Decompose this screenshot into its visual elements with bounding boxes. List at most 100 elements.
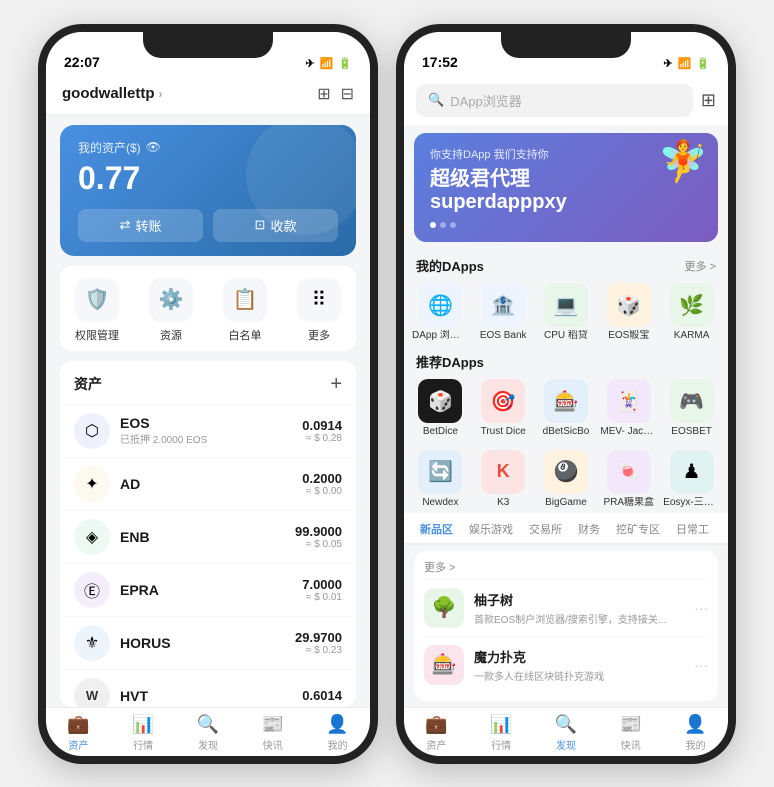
my-dapps-grid: 🌐 DApp 浏览器 🏦 EOS Bank 💻 CPU 稻贷 🎲 EOS骰宝 🌿 xyxy=(404,279,728,346)
asset-row-horus[interactable]: ⚜ HORUS 29.9700 ≈ $ 0.23 xyxy=(60,616,356,669)
new-app-moli[interactable]: 🎰 魔力扑克 一款多人在线区块链扑克游戏 ··· xyxy=(424,636,708,693)
new-apps-more[interactable]: 更多 > xyxy=(424,559,455,575)
nav-market[interactable]: 📊 行情 xyxy=(111,714,176,752)
market-nav-icon-r: 📊 xyxy=(490,714,512,735)
biggame-icon: 🎱 xyxy=(544,450,588,494)
airplane-icon: ✈ xyxy=(305,57,314,70)
assets-nav-icon-r: 💼 xyxy=(425,714,447,735)
k3-icon: K xyxy=(481,450,525,494)
dapp-eosbank[interactable]: 🏦 EOS Bank xyxy=(475,283,532,342)
wallet-header-icons: ⊞ ⊟ xyxy=(317,84,354,104)
hvt-values: 0.6014 xyxy=(302,688,342,703)
nav-profile[interactable]: 👤 我的 xyxy=(305,714,370,752)
time-right: 17:52 xyxy=(422,54,458,70)
dapp-pra[interactable]: 🍬 PRA糖果盒 xyxy=(600,450,657,509)
discover-nav-icon: 🔍 xyxy=(197,714,219,735)
nav-r-news[interactable]: 📰 快讯 xyxy=(598,714,663,752)
notch-right xyxy=(501,32,631,58)
tab-daily[interactable]: 日常工 xyxy=(668,513,717,545)
left-phone: 22:07 ✈ 📶 🔋 goodwallettp › ⊞ ⊟ xyxy=(38,24,378,764)
mev-icon: 🃏 xyxy=(607,379,651,423)
transfer-button[interactable]: ⇄ 转账 xyxy=(78,209,203,242)
epra-icon: Ⓔ xyxy=(74,572,110,608)
eosyx-icon: ♟ xyxy=(670,450,714,494)
dapp-karma[interactable]: 🌿 KARMA xyxy=(663,283,720,342)
karma-icon: 🌿 xyxy=(670,283,714,327)
horus-values: 29.9700 ≈ $ 0.23 xyxy=(295,630,342,656)
wallet-header: goodwallettp › ⊞ ⊟ xyxy=(46,76,370,115)
eos-values: 0.0914 ≈ $ 0.28 xyxy=(302,418,342,444)
ad-icon: ✦ xyxy=(74,466,110,502)
dapp-cpu[interactable]: 💻 CPU 稻贷 xyxy=(538,283,595,342)
eye-icon[interactable]: 👁 xyxy=(146,140,161,154)
nav-r-profile[interactable]: 👤 我的 xyxy=(663,714,728,752)
grid-icon[interactable]: ⊟ xyxy=(341,84,354,104)
quick-action-permissions[interactable]: 🛡️ 权限管理 xyxy=(60,278,134,343)
tab-exchange[interactable]: 交易所 xyxy=(521,513,570,545)
recommended-header: 推荐DApps xyxy=(404,346,728,375)
battery-icon: 🔋 xyxy=(338,57,352,70)
discover-nav-icon-r: 🔍 xyxy=(555,714,577,735)
epra-info: EPRA xyxy=(120,582,292,598)
dapp-mev[interactable]: 🃏 MEV- JacksOr... xyxy=(600,379,657,438)
dapp-eos-dice[interactable]: 🎲 EOS骰宝 xyxy=(600,283,657,342)
eos-icon: ⬡ xyxy=(74,413,110,449)
nav-r-discover[interactable]: 🔍 发现 xyxy=(534,714,599,752)
new-app-yuzishu[interactable]: 🌳 柚子树 首款EOS制户浏览器/搜索引擎，支持接关... ··· xyxy=(424,579,708,636)
asset-row-enb[interactable]: ◈ ENB 99.9000 ≈ $ 0.05 xyxy=(60,510,356,563)
assets-header: 资产 + xyxy=(60,361,356,404)
wallet-name[interactable]: goodwallettp › xyxy=(62,85,163,102)
nav-r-assets[interactable]: 💼 资产 xyxy=(404,714,469,752)
epra-values: 7.0000 ≈ $ 0.01 xyxy=(302,577,342,603)
profile-nav-icon: 👤 xyxy=(326,714,348,735)
enb-info: ENB xyxy=(120,529,285,545)
tab-games[interactable]: 娱乐游戏 xyxy=(461,513,521,545)
airplane-icon-r: ✈ xyxy=(663,57,672,70)
grid-view-icon[interactable]: ⊞ xyxy=(701,90,716,111)
asset-row-epra[interactable]: Ⓔ EPRA 7.0000 ≈ $ 0.01 xyxy=(60,563,356,616)
dapp-biggame[interactable]: 🎱 BigGame xyxy=(538,450,595,509)
assets-nav-icon: 💼 xyxy=(67,714,89,735)
tab-new[interactable]: 新品区 xyxy=(412,513,461,545)
my-dapps-more[interactable]: 更多 > xyxy=(685,258,716,274)
notch xyxy=(143,32,273,58)
nav-news[interactable]: 📰 快讯 xyxy=(240,714,305,752)
dapp-betdice[interactable]: 🎲 BetDice xyxy=(412,379,469,438)
dapp-k3[interactable]: K K3 xyxy=(475,450,532,509)
tab-mining[interactable]: 挖矿专区 xyxy=(608,513,668,545)
quick-action-resources[interactable]: ⚙️ 资源 xyxy=(134,278,208,343)
asset-amount: 0.77 xyxy=(78,160,338,197)
news-nav-icon: 📰 xyxy=(262,714,284,735)
asset-card: 我的资产($) 👁 0.77 ⇄ 转账 ⊡ 收款 xyxy=(60,125,356,256)
asset-row-hvt[interactable]: W HVT 0.6014 xyxy=(60,669,356,707)
qr-scan-icon[interactable]: ⊞ xyxy=(317,84,330,104)
transfer-icon: ⇄ xyxy=(120,217,131,233)
dapp-trustdice[interactable]: 🎯 Trust Dice xyxy=(475,379,532,438)
asset-row-ad[interactable]: ✦ AD 0.2000 ≈ $ 0.00 xyxy=(60,457,356,510)
quick-action-more[interactable]: ⠿ 更多 xyxy=(282,278,356,343)
shield-icon: 🛡️ xyxy=(75,278,119,322)
banner: 你支持DApp 我们支持你 超级君代理 superdapppxy 🧚 xyxy=(414,133,718,243)
nav-discover[interactable]: 🔍 发现 xyxy=(176,714,241,752)
dapp-eosbet[interactable]: 🎮 EOSBET xyxy=(663,379,720,438)
right-phone: 17:52 ✈ 📶 🔋 🔍 DApp浏览器 ⊞ 你支持DApp 我们支持你 超级… xyxy=(396,24,736,764)
horus-icon: ⚜ xyxy=(74,625,110,661)
nav-r-market[interactable]: 📊 行情 xyxy=(469,714,534,752)
more-icon: ⠿ xyxy=(297,278,341,322)
dapp-eosyx[interactable]: ♟ Eosyx-三公棋牌 xyxy=(663,450,720,509)
asset-row-eos[interactable]: ⬡ EOS 已抵押 2.0000 EOS 0.0914 ≈ $ 0.28 xyxy=(60,404,356,457)
dapp-dbetsicbo[interactable]: 🎰 dBetSicBo xyxy=(538,379,595,438)
moli-icon: 🎰 xyxy=(424,645,464,685)
recommended-grid-2: 🔄 Newdex K K3 🎱 BigGame 🍬 PRA糖果盒 ♟ xyxy=(404,446,728,513)
eosbet-icon: 🎮 xyxy=(670,379,714,423)
search-input[interactable]: 🔍 DApp浏览器 xyxy=(416,84,693,117)
add-asset-button[interactable]: + xyxy=(330,373,342,396)
banner-dot-2 xyxy=(440,222,446,228)
dapp-newdex[interactable]: 🔄 Newdex xyxy=(412,450,469,509)
nav-assets[interactable]: 💼 资产 xyxy=(46,714,111,752)
dapp-browser[interactable]: 🌐 DApp 浏览器 xyxy=(412,283,469,342)
bottom-nav-right: 💼 资产 📊 行情 🔍 发现 📰 快讯 👤 我的 xyxy=(404,707,728,756)
tab-finance[interactable]: 财务 xyxy=(570,513,608,545)
receive-button[interactable]: ⊡ 收款 xyxy=(213,209,338,242)
quick-action-whitelist[interactable]: 📋 白名单 xyxy=(208,278,282,343)
